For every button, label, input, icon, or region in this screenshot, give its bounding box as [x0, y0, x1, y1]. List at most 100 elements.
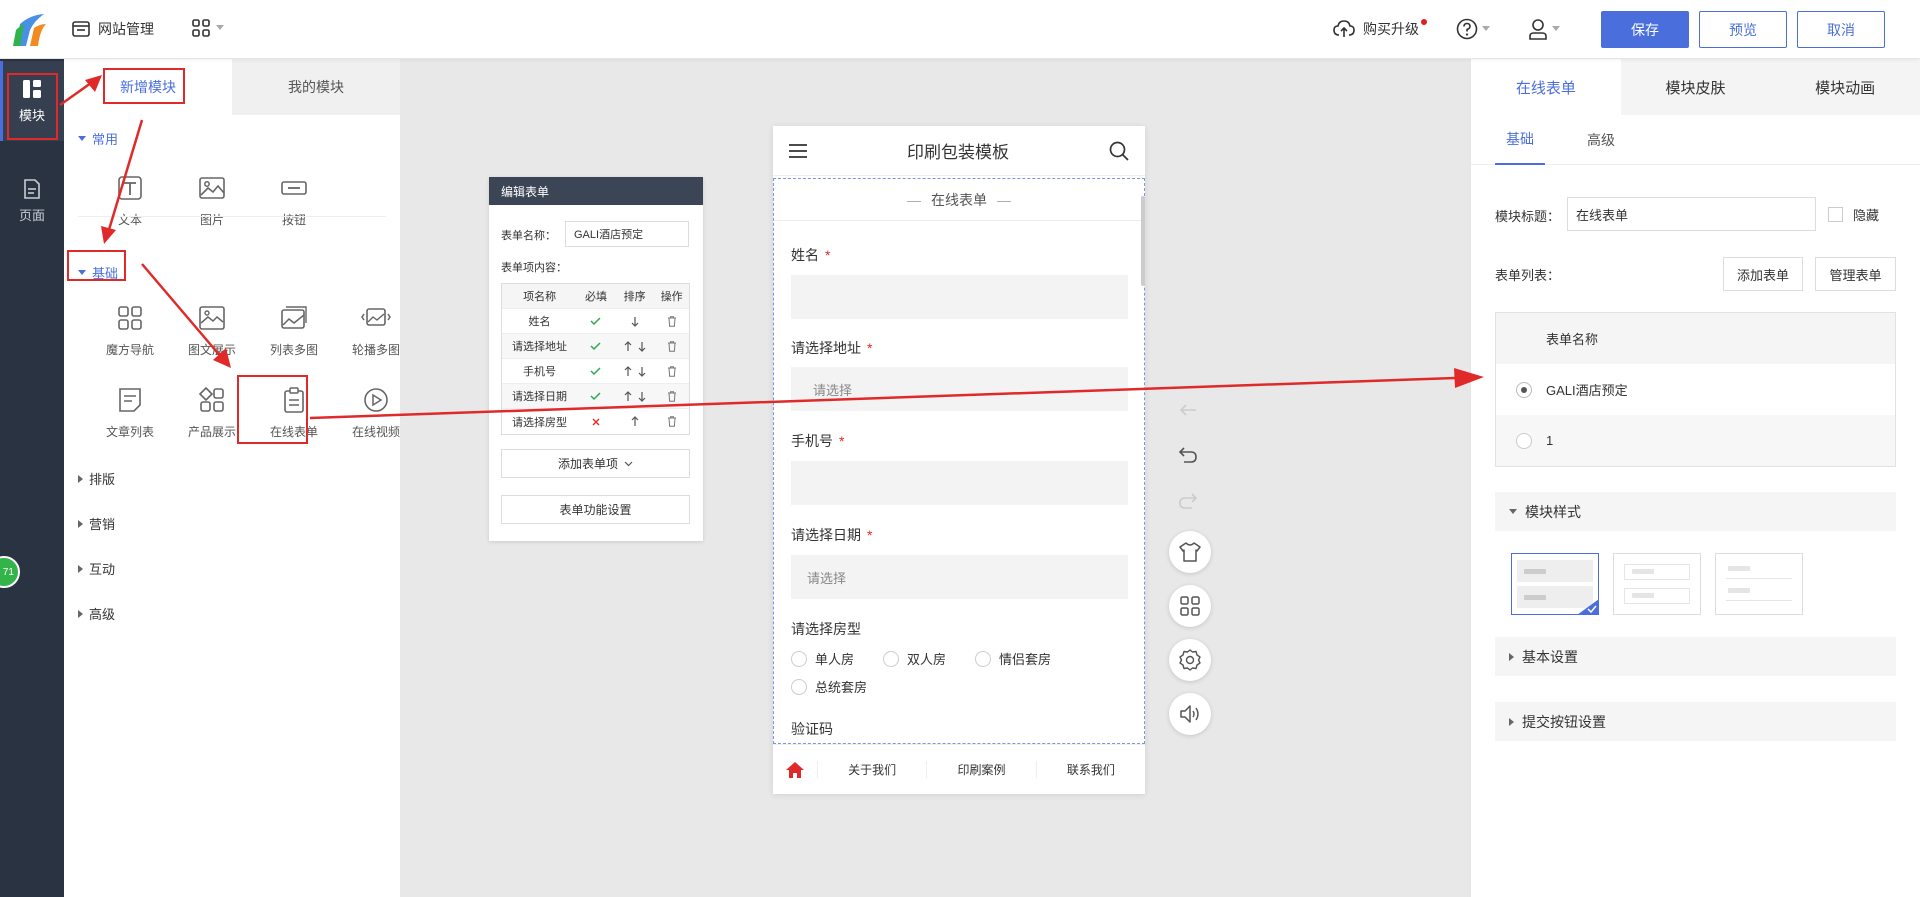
hide-checkbox[interactable]: 隐藏	[1828, 205, 1879, 224]
category-interactive[interactable]: 互动	[78, 559, 115, 578]
trash-icon[interactable]	[667, 390, 677, 402]
check-icon[interactable]	[577, 316, 615, 326]
tab-basic[interactable]: 基础	[1495, 115, 1545, 165]
edit-form-panel: 编辑表单 表单名称： GALI酒店预定 表单项内容： 项名称 必填 排序 操作 …	[489, 177, 703, 541]
add-form-item-button[interactable]: 添加表单项	[501, 449, 690, 478]
category-layout[interactable]: 排版	[78, 469, 115, 488]
phone-input[interactable]	[791, 461, 1128, 505]
cross-icon[interactable]	[577, 417, 615, 427]
style-option[interactable]	[1613, 553, 1701, 615]
nav-item-page[interactable]: 页面	[0, 161, 64, 241]
date-select[interactable]: 请选择	[791, 555, 1128, 599]
user-menu-button[interactable]	[1528, 18, 1560, 40]
radio-option[interactable]: 情侣套房	[975, 649, 1051, 668]
menu-icon[interactable]	[789, 143, 807, 158]
footer-nav-item[interactable]: 关于我们	[817, 761, 926, 778]
category-common[interactable]: 常用	[78, 129, 118, 148]
module-text[interactable]: 文本	[90, 173, 170, 228]
trash-icon[interactable]	[667, 315, 677, 327]
arrow-down-icon[interactable]	[638, 366, 646, 377]
field-label-text: 请选择地址	[791, 340, 861, 356]
arrow-left-icon[interactable]	[1178, 403, 1198, 417]
trash-icon[interactable]	[667, 340, 677, 352]
module-list-images[interactable]: 列表多图	[254, 303, 334, 358]
caret-right-icon	[78, 564, 83, 573]
module-button[interactable]: 按钮	[254, 173, 334, 228]
scrollbar[interactable]	[1141, 196, 1145, 286]
module-video[interactable]: 在线视频	[336, 385, 416, 440]
apps-menu-button[interactable]	[192, 19, 224, 37]
manage-form-button[interactable]: 管理表单	[1815, 257, 1896, 291]
form-name-input[interactable]: GALI酒店预定	[565, 221, 689, 247]
page-icon	[24, 178, 40, 199]
module-article-list[interactable]: 文章列表	[90, 385, 170, 440]
footer-nav-item[interactable]: 印刷案例	[926, 761, 1035, 778]
footer-nav-item[interactable]: 联系我们	[1035, 761, 1145, 778]
table-row[interactable]: 1	[1496, 415, 1895, 466]
check-icon[interactable]	[577, 341, 615, 351]
arrow-down-icon[interactable]	[638, 341, 646, 352]
tab-module-skin[interactable]: 模块皮肤	[1621, 59, 1771, 115]
radio-icon[interactable]	[1516, 432, 1532, 449]
module-cube-nav[interactable]: 魔方导航	[90, 303, 170, 358]
radio-option[interactable]: 总统套房	[791, 677, 867, 696]
trash-icon[interactable]	[667, 365, 677, 377]
arrow-up-icon[interactable]	[631, 416, 639, 427]
arrow-up-icon[interactable]	[624, 365, 632, 377]
tab-my-module[interactable]: 我的模块	[232, 59, 400, 115]
undo-icon[interactable]	[1178, 446, 1198, 464]
tab-online-form[interactable]: 在线表单	[1471, 59, 1621, 115]
redo-icon[interactable]	[1178, 492, 1198, 510]
section-basic-settings[interactable]: 基本设置	[1495, 637, 1896, 676]
section-submit-button-settings[interactable]: 提交按钮设置	[1495, 702, 1896, 741]
name-input[interactable]	[791, 275, 1128, 319]
modules-tool-button[interactable]	[1169, 585, 1211, 627]
category-advanced[interactable]: 高级	[78, 604, 115, 623]
check-icon[interactable]	[577, 391, 615, 401]
annotation-box	[7, 73, 58, 140]
radio-checked-icon[interactable]	[1516, 381, 1532, 398]
radio-option[interactable]: 单人房	[791, 649, 854, 668]
form-settings-button[interactable]: 表单功能设置	[501, 495, 690, 524]
trash-icon[interactable]	[667, 416, 677, 427]
preview-button[interactable]: 预览	[1699, 11, 1787, 48]
category-marketing[interactable]: 营销	[78, 514, 115, 533]
tab-module-animation[interactable]: 模块动画	[1770, 59, 1920, 115]
address-select[interactable]: 请选择	[791, 367, 1128, 411]
search-icon[interactable]	[1109, 141, 1129, 161]
module-title-input[interactable]: 在线表单	[1567, 197, 1816, 231]
section-module-style[interactable]: 模块样式	[1495, 492, 1896, 531]
phone-footer-nav: 关于我们 印刷案例 联系我们	[773, 744, 1145, 794]
save-button[interactable]: 保存	[1601, 11, 1689, 48]
module-carousel[interactable]: 轮播多图	[336, 303, 416, 358]
arrow-up-icon[interactable]	[624, 390, 632, 402]
arrow-down-icon[interactable]	[631, 316, 639, 327]
tab-advanced[interactable]: 高级	[1587, 115, 1615, 165]
radio-option[interactable]: 双人房	[883, 649, 946, 668]
table-row: 请选择地址	[502, 334, 689, 359]
table-row[interactable]: GALI酒店预定	[1496, 364, 1895, 415]
buy-upgrade-button[interactable]: 购买升级	[1333, 19, 1427, 39]
status-badge-count: 71	[2, 566, 14, 578]
skin-tool-button[interactable]	[1169, 531, 1211, 573]
buy-upgrade-label: 购买升级	[1363, 19, 1427, 39]
field-label-date: 请选择日期 *	[791, 525, 872, 545]
add-form-item-label: 添加表单项	[557, 457, 618, 471]
arrow-down-icon[interactable]	[638, 391, 646, 402]
add-form-button[interactable]: 添加表单	[1723, 257, 1803, 291]
help-button[interactable]	[1456, 18, 1490, 40]
divider	[78, 216, 386, 217]
style-option[interactable]	[1715, 553, 1803, 615]
online-form-module[interactable]: — 在线表单 — 姓名 * 请选择地址 * 请选择 手机号 * 请选择日期 * 请选择 …	[773, 178, 1145, 744]
arrow-up-icon[interactable]	[624, 340, 632, 352]
table-header-row: 表单名称	[1496, 313, 1895, 364]
module-image[interactable]: 图片	[172, 173, 252, 228]
module-image-text[interactable]: 图文展示	[172, 303, 252, 358]
cancel-button[interactable]: 取消	[1797, 11, 1885, 48]
check-icon[interactable]	[577, 366, 615, 376]
settings-tool-button[interactable]	[1169, 639, 1211, 681]
style-option-selected[interactable]	[1511, 553, 1599, 615]
site-manage-button[interactable]: 网站管理	[72, 19, 154, 39]
footer-home[interactable]	[773, 761, 817, 779]
music-tool-button[interactable]	[1169, 693, 1211, 735]
